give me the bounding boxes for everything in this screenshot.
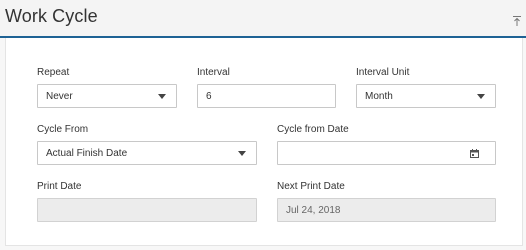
repeat-label: Repeat <box>37 67 70 78</box>
cycle-from-date-input[interactable] <box>277 141 496 165</box>
next-print-date-label: Next Print Date <box>277 181 345 192</box>
collapse-up-icon[interactable] <box>511 15 523 27</box>
next-print-date-field: Jul 24, 2018 <box>277 198 496 222</box>
chevron-down-icon <box>477 94 485 99</box>
cycle-from-select[interactable]: Actual Finish Date <box>37 141 257 165</box>
repeat-value: Never <box>46 91 73 102</box>
interval-unit-value: Month <box>365 91 393 102</box>
work-cycle-panel: Work Cycle Repeat Never Interval 6 Inter… <box>0 0 526 250</box>
chevron-down-icon <box>158 94 166 99</box>
next-print-date-value: Jul 24, 2018 <box>286 205 341 216</box>
calendar-icon[interactable] <box>470 149 479 158</box>
cycle-from-date-label: Cycle from Date <box>277 124 349 135</box>
interval-value: 6 <box>206 91 212 102</box>
interval-input[interactable]: 6 <box>197 84 336 108</box>
print-date-field <box>37 198 257 222</box>
interval-label: Interval <box>197 67 230 78</box>
repeat-select[interactable]: Never <box>37 84 177 108</box>
cycle-from-value: Actual Finish Date <box>46 148 128 159</box>
panel-header: Work Cycle <box>0 0 526 38</box>
panel-title: Work Cycle <box>5 6 98 26</box>
print-date-label: Print Date <box>37 181 82 192</box>
chevron-down-icon <box>238 151 246 156</box>
interval-unit-select[interactable]: Month <box>356 84 496 108</box>
cycle-from-label: Cycle From <box>37 124 89 135</box>
interval-unit-label: Interval Unit <box>356 67 410 78</box>
